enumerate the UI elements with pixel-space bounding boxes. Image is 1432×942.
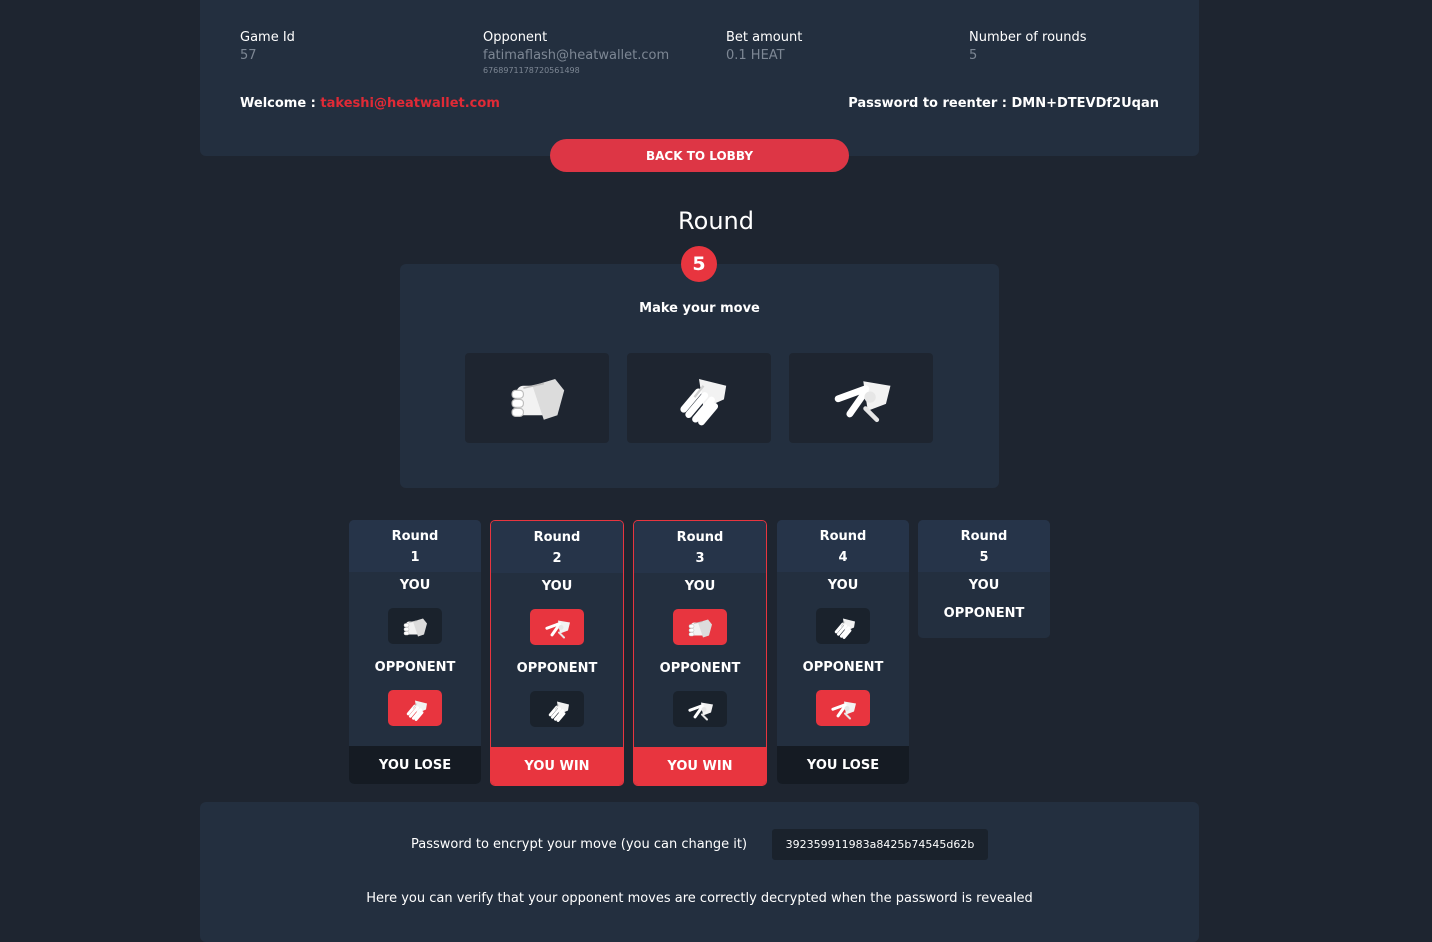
opponent-label: OPPONENT <box>659 661 741 676</box>
opponent-label: OPPONENT <box>943 606 1025 621</box>
bet-label: Bet amount <box>726 30 803 45</box>
round-card-number: 2 <box>552 551 562 566</box>
you-label: YOU <box>541 579 573 594</box>
round-number-badge: 5 <box>681 246 717 282</box>
make-move-prompt: Make your move <box>639 301 760 316</box>
round-card-title: Round <box>819 529 867 544</box>
move-panel: Make your move <box>400 264 999 488</box>
encryption-panel: Password to encrypt your move (you can c… <box>200 802 1199 942</box>
round-card-header: Round 2 <box>491 521 623 573</box>
round-card-2: Round 2 YOU OPPONENT YOU WIN <box>490 520 624 786</box>
round-card-header: Round 3 <box>634 521 766 573</box>
round-card-title: Round <box>391 529 439 544</box>
you-label: YOU <box>399 578 431 593</box>
opponent-label: OPPONENT <box>516 661 598 676</box>
you-move-rock-icon <box>673 609 727 645</box>
opponent-move-scissors-icon <box>673 691 727 727</box>
you-label: YOU <box>684 579 716 594</box>
round-result: YOU WIN <box>491 747 623 785</box>
opponent-move-paper-icon <box>388 690 442 726</box>
round-result: YOU LOSE <box>777 746 909 784</box>
you-move-rock-icon <box>388 608 442 644</box>
game-info-panel: Game Id 57 Opponent fatimaflash@heatwall… <box>200 0 1199 156</box>
paper-hand-icon <box>665 366 733 430</box>
rock-hand-icon <box>503 366 571 430</box>
opponent-label: OPPONENT <box>374 660 456 675</box>
round-card-body: YOU OPPONENT <box>777 572 909 746</box>
rounds-value: 5 <box>969 48 978 63</box>
you-move-paper-icon <box>816 608 870 644</box>
round-title: Round <box>678 207 754 235</box>
round-card-5: Round 5 YOU OPPONENT <box>918 520 1050 638</box>
welcome-label: Welcome : <box>240 96 316 111</box>
round-card-header: Round 4 <box>777 520 909 572</box>
you-move-scissors-icon <box>530 609 584 645</box>
game-id-block: Game Id 57 <box>240 30 295 63</box>
rock-move-button[interactable] <box>465 353 609 443</box>
rounds-label: Number of rounds <box>969 30 1087 45</box>
round-card-number: 3 <box>695 551 705 566</box>
round-card-title: Round <box>676 530 724 545</box>
round-card-body: YOU OPPONENT <box>634 573 766 747</box>
round-result: YOU WIN <box>634 747 766 785</box>
round-card-title: Round <box>533 530 581 545</box>
opponent-block: Opponent fatimaflash@heatwallet.com 6768… <box>483 30 669 75</box>
round-card-number: 5 <box>979 550 989 565</box>
paper-move-button[interactable] <box>627 353 771 443</box>
opponent-move-scissors-icon <box>816 690 870 726</box>
encrypt-password-input[interactable] <box>772 829 988 860</box>
game-id-value: 57 <box>240 48 257 63</box>
scissors-hand-icon <box>827 366 895 430</box>
back-to-lobby-button[interactable]: BACK TO LOBBY <box>550 139 849 172</box>
round-card-number: 1 <box>410 550 420 565</box>
opponent-label: OPPONENT <box>802 660 884 675</box>
opponent-email: fatimaflash@heatwallet.com <box>483 48 670 63</box>
scissors-move-button[interactable] <box>789 353 933 443</box>
welcome-text: Welcome : takeshi@heatwallet.com <box>240 96 500 111</box>
verify-text: Here you can verify that your opponent m… <box>366 891 1033 906</box>
round-card-number: 4 <box>838 550 848 565</box>
round-card-header: Round 5 <box>918 520 1050 572</box>
rounds-block: Number of rounds 5 <box>969 30 1087 63</box>
round-card-3: Round 3 YOU OPPONENT YOU WIN <box>633 520 767 786</box>
opponent-label: Opponent <box>483 30 548 45</box>
bet-block: Bet amount 0.1 HEAT <box>726 30 802 63</box>
round-card-header: Round 1 <box>349 520 481 572</box>
welcome-user: takeshi@heatwallet.com <box>320 96 500 111</box>
round-card-title: Round <box>960 529 1008 544</box>
reenter-password: Password to reenter : DMN+DTEVDf2Uqan <box>848 96 1159 111</box>
game-id-label: Game Id <box>240 30 295 45</box>
opponent-account-id: 6768971178720561498 <box>483 66 580 75</box>
opponent-move-paper-icon <box>530 691 584 727</box>
round-card-4: Round 4 YOU OPPONENT YOU LOSE <box>777 520 909 784</box>
round-card-body: YOU OPPONENT <box>349 572 481 746</box>
round-card-body: YOU OPPONENT <box>491 573 623 747</box>
you-label: YOU <box>968 578 1000 593</box>
round-result: YOU LOSE <box>349 746 481 784</box>
bet-value: 0.1 HEAT <box>726 48 785 63</box>
round-card-1: Round 1 YOU OPPONENT YOU LOSE <box>349 520 481 784</box>
encrypt-password-label: Password to encrypt your move (you can c… <box>411 837 748 852</box>
round-card-body: YOU OPPONENT <box>918 572 1050 638</box>
you-label: YOU <box>827 578 859 593</box>
